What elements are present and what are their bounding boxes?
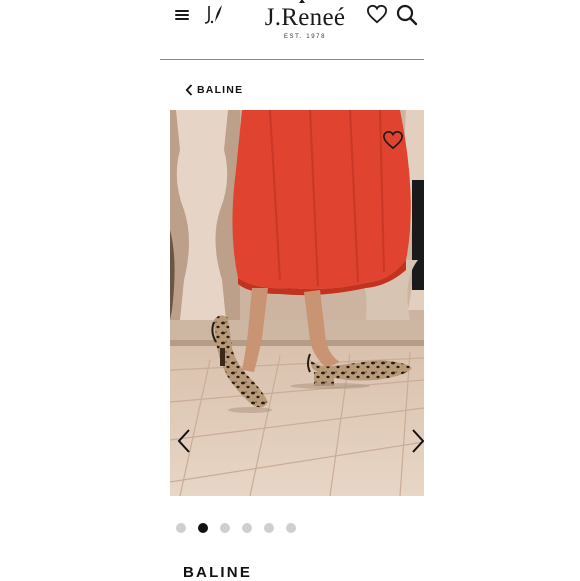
product-page: J.Reneé EST. 1978 BALINE BALINE (0, 0, 580, 581)
search-icon[interactable] (396, 4, 418, 26)
menu-icon[interactable] (175, 8, 189, 22)
crown-icon (299, 0, 305, 3)
favorite-heart-icon[interactable] (382, 130, 404, 150)
next-image-chevron-right-icon[interactable] (410, 428, 424, 454)
brand-logo[interactable]: J.Reneé EST. 1978 (254, 4, 356, 42)
heart-icon[interactable] (366, 4, 388, 24)
product-image[interactable] (170, 110, 424, 496)
header-divider (160, 59, 424, 60)
carousel-dots (176, 523, 308, 534)
breadcrumb-label: BALINE (197, 84, 244, 96)
monogram-logo[interactable] (200, 2, 226, 26)
product-photo (170, 110, 424, 496)
brand-name: J.Reneé (264, 4, 346, 31)
carousel-dot[interactable] (220, 523, 230, 533)
previous-image-chevron-left-icon[interactable] (176, 428, 192, 454)
carousel-dot[interactable] (286, 523, 296, 533)
carousel-dot[interactable] (198, 523, 208, 533)
breadcrumb-back-link[interactable]: BALINE (185, 82, 243, 98)
carousel-dot[interactable] (264, 523, 274, 533)
carousel-dot[interactable] (242, 523, 252, 533)
carousel-dot[interactable] (176, 523, 186, 533)
brand-tagline: EST. 1978 (283, 34, 327, 40)
product-title: BALINE (183, 564, 253, 581)
chevron-left-icon (185, 84, 193, 96)
